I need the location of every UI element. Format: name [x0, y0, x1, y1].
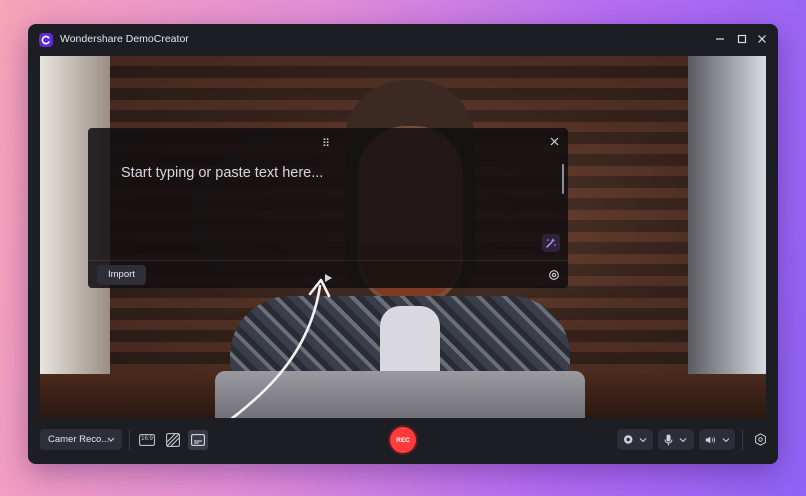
recording-toolbar: Camer Reco... 16:9 REC — [28, 418, 778, 464]
speaker-icon — [705, 435, 716, 444]
microphone-dropdown[interactable] — [658, 429, 694, 450]
settings-icon[interactable] — [751, 430, 769, 448]
camera-source-dropdown[interactable] — [617, 429, 653, 450]
chevron-down-icon — [107, 429, 115, 458]
webcam-icon — [623, 435, 633, 444]
divider — [129, 430, 130, 450]
background-blur-icon[interactable] — [163, 430, 183, 450]
record-button-label: REC — [396, 436, 410, 444]
chevron-down-icon — [640, 437, 647, 442]
app-window: Wondershare DemoCreator ⠿ Start typing o… — [28, 24, 778, 464]
divider — [742, 430, 743, 450]
camera-select[interactable]: Camer Reco... — [40, 429, 122, 450]
aspect-ratio-label: 16:9 — [141, 436, 153, 442]
teleprompter-icon[interactable] — [188, 430, 208, 450]
camera-select-value: Camer Reco... — [48, 434, 110, 445]
microphone-icon — [664, 434, 673, 445]
callout-arrow — [198, 278, 331, 444]
chevron-down-icon — [679, 437, 687, 442]
chevron-down-icon — [723, 437, 729, 442]
record-button[interactable]: REC — [390, 427, 416, 453]
system-audio-dropdown[interactable] — [699, 429, 735, 450]
aspect-ratio-button[interactable]: 16:9 — [137, 430, 157, 450]
